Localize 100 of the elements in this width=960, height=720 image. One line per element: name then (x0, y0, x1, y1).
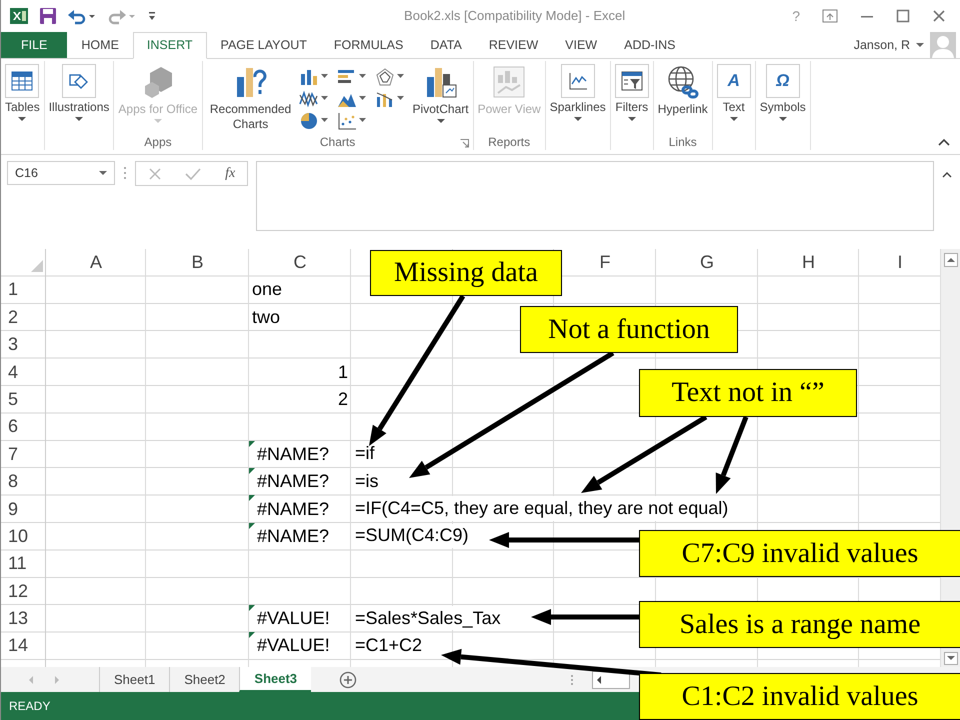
column-header[interactable]: A (90, 252, 102, 272)
ribbon-display-icon[interactable] (822, 8, 838, 23)
caret-icon[interactable] (916, 42, 924, 48)
ribbon-button[interactable]: PivotChart (410, 64, 471, 124)
group-label: Links (668, 135, 697, 150)
row-header[interactable]: 8 (8, 471, 18, 492)
table-cell-text: two (251, 306, 282, 328)
row-header[interactable]: 9 (8, 498, 18, 520)
group-label: Reports (488, 135, 530, 150)
user-name[interactable]: Janson, R (854, 38, 910, 52)
table-cell-text: #NAME? (256, 498, 330, 520)
dialog-launcher-icon[interactable] (460, 139, 469, 148)
column-header[interactable]: C (294, 252, 306, 272)
line-chart-icon (566, 70, 589, 91)
ribbon-tab[interactable]: INSERT (132, 32, 207, 59)
collapse-ribbon-icon[interactable] (938, 138, 950, 146)
scroll-down-icon[interactable] (944, 652, 958, 665)
row-header[interactable]: 1 (8, 279, 18, 300)
callout: Missing data (370, 250, 562, 296)
ribbon-button[interactable]: Recommended Charts (204, 64, 297, 132)
combo-chart-icon[interactable] (374, 90, 395, 108)
row-header[interactable]: 4 (8, 362, 18, 383)
column-header[interactable]: H (802, 252, 815, 272)
callout: Sales is a range name (639, 601, 960, 648)
ribbon-tab[interactable]: ADD-INS (611, 32, 689, 58)
ribbon-tab[interactable]: FORMULAS (320, 32, 416, 58)
group-label: Charts (320, 135, 356, 150)
table-cell-text: one (251, 279, 284, 300)
radar-chart-icon[interactable] (374, 68, 395, 86)
pie-chart-icon[interactable] (298, 112, 319, 130)
ribbon-button[interactable]: Ω Symbols (758, 64, 808, 122)
globe-link-icon (666, 64, 700, 99)
close-icon[interactable] (932, 8, 946, 23)
callout: C7:C9 invalid values (639, 530, 960, 577)
ribbon-button[interactable]: Hyperlink (656, 64, 710, 117)
table-cell-text: #VALUE! (256, 635, 331, 656)
row-header[interactable]: 13 (8, 608, 28, 630)
row-header[interactable]: 11 (8, 553, 27, 574)
column-header[interactable]: F (600, 252, 610, 272)
caret-icon[interactable] (358, 96, 366, 102)
excel-logo-icon (9, 6, 29, 26)
column-header[interactable]: I (897, 252, 902, 272)
column-header[interactable]: G (700, 252, 714, 272)
ribbon-button[interactable]: Sparklines (548, 64, 608, 122)
error-indicator-icon[interactable] (249, 495, 255, 502)
line-chart-icon[interactable] (298, 90, 319, 108)
row-header[interactable]: 3 (8, 334, 18, 356)
row-header[interactable]: 6 (8, 416, 18, 438)
caret-icon[interactable] (396, 74, 404, 80)
status-text: READY (9, 699, 50, 714)
save-icon[interactable] (39, 6, 57, 25)
ribbon-tab[interactable]: REVIEW (476, 32, 552, 58)
column-chart-icon[interactable] (298, 68, 319, 86)
error-indicator-icon[interactable] (249, 468, 255, 474)
table-cell-text: 1 (336, 362, 349, 383)
row-header[interactable]: 5 (8, 388, 18, 410)
row-header[interactable]: 10 (8, 526, 28, 547)
bar-chart-icon[interactable] (336, 68, 357, 86)
scroll-up-icon[interactable] (944, 252, 958, 267)
scatter-chart-icon[interactable] (336, 112, 357, 130)
ribbon-tab[interactable]: VIEW (552, 32, 610, 58)
table-cell-text: #NAME? (256, 471, 330, 492)
row-header[interactable]: 7 (8, 444, 18, 465)
name-box[interactable]: C16 (7, 161, 115, 186)
group-label: Apps (144, 135, 172, 150)
row-header[interactable]: 2 (8, 306, 18, 328)
row-header[interactable]: 12 (8, 580, 28, 602)
ribbon-button[interactable]: Illustrations (46, 64, 112, 122)
table-cell-text: #NAME? (256, 526, 330, 547)
row-header[interactable]: 14 (8, 635, 28, 656)
error-indicator-icon[interactable] (249, 632, 255, 638)
column-header[interactable]: B (191, 252, 204, 272)
formula-input[interactable] (256, 161, 934, 232)
table-icon (11, 70, 34, 91)
caret-icon[interactable] (320, 74, 328, 80)
error-indicator-icon[interactable] (249, 604, 255, 611)
table-cell-text: #NAME? (256, 444, 330, 465)
insert-function-button[interactable]: fx (225, 166, 236, 182)
add-sheet-icon[interactable] (339, 670, 358, 689)
callout: Not a function (520, 306, 738, 353)
ribbon-tab[interactable]: PAGE LAYOUT (208, 32, 320, 58)
table-cell-text: #VALUE! (256, 608, 331, 630)
error-indicator-icon[interactable] (249, 522, 255, 529)
ribbon-tab[interactable]: HOME (68, 32, 132, 58)
table-cell-text: 2 (336, 388, 349, 410)
grip-icon[interactable] (123, 166, 127, 180)
sheet-tab[interactable]: Sheet3 (239, 666, 312, 692)
report-icon (492, 64, 526, 99)
ribbon-tab[interactable]: DATA (417, 32, 475, 58)
caret-icon[interactable] (396, 96, 404, 102)
caret-icon[interactable] (358, 74, 366, 80)
caret-icon[interactable] (320, 118, 328, 124)
ribbon-tab[interactable]: FILE (1, 32, 68, 58)
collapse-icon[interactable] (942, 171, 952, 178)
check-icon[interactable] (185, 166, 202, 181)
caret-icon[interactable] (358, 118, 366, 124)
grip-icon[interactable] (570, 674, 574, 686)
error-indicator-icon[interactable] (249, 440, 255, 447)
caret-icon[interactable] (320, 96, 328, 102)
maximize-icon[interactable] (896, 8, 910, 23)
